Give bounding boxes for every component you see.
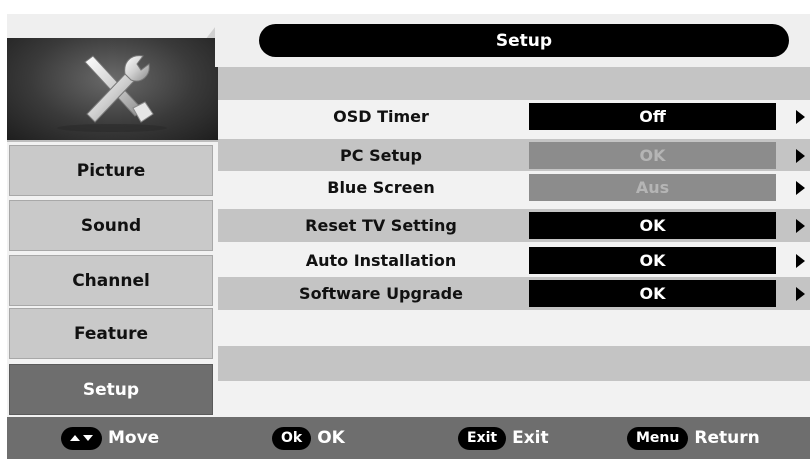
setting-value: Aus xyxy=(529,174,776,201)
ok-key[interactable]: Ok xyxy=(272,426,312,450)
sidebar-item-setup[interactable]: Setup xyxy=(9,364,213,415)
setting-label: Blue Screen xyxy=(327,178,435,197)
setting-label: Reset TV Setting xyxy=(305,216,457,235)
setting-value[interactable]: OK xyxy=(529,212,776,239)
arrow-right-icon[interactable] xyxy=(796,254,805,268)
sidebar-item-feature[interactable]: Feature xyxy=(9,308,213,359)
setting-label: PC Setup xyxy=(340,146,422,165)
sidebar-item-picture[interactable]: Picture xyxy=(9,145,213,196)
icon-tab xyxy=(7,14,218,40)
footer-return-label: Return xyxy=(694,428,760,448)
arrow-right-icon[interactable] xyxy=(796,287,805,301)
menu-key[interactable]: Menu xyxy=(627,426,689,450)
row-empty xyxy=(218,381,810,417)
setting-row-osd-timer[interactable]: OSD Timer Off xyxy=(218,100,810,133)
tools-icon xyxy=(57,55,167,132)
sidebar-item-sound[interactable]: Sound xyxy=(9,200,213,251)
footer-bar: Move Ok OK Exit Exit Menu Return xyxy=(7,417,810,459)
footer-exit-label: Exit xyxy=(512,428,549,448)
footer-move-label: Move xyxy=(108,428,160,448)
row-empty xyxy=(218,310,810,346)
setting-label: Software Upgrade xyxy=(299,284,463,303)
setting-value: OK xyxy=(529,142,776,169)
setting-row-blue-screen[interactable]: Blue Screen Aus xyxy=(218,171,810,204)
arrow-right-icon[interactable] xyxy=(796,181,805,195)
arrow-up-icon xyxy=(70,435,80,441)
setting-row-reset-tv[interactable]: Reset TV Setting OK xyxy=(218,209,810,242)
setup-icon-panel xyxy=(7,38,218,142)
footer-exit[interactable]: Exit Exit xyxy=(458,417,549,459)
row-empty xyxy=(218,346,810,381)
page-title: Setup xyxy=(259,24,789,57)
arrow-right-icon[interactable] xyxy=(796,149,805,163)
footer-move[interactable]: Move xyxy=(61,417,159,459)
setting-label: Auto Installation xyxy=(305,251,457,270)
setting-value[interactable]: OK xyxy=(529,247,776,274)
footer-return[interactable]: Menu Return xyxy=(627,417,760,459)
arrow-right-icon[interactable] xyxy=(796,219,805,233)
sidebar-item-channel[interactable]: Channel xyxy=(9,255,213,306)
footer-ok[interactable]: Ok OK xyxy=(272,417,345,459)
arrow-right-icon[interactable] xyxy=(796,110,805,124)
setting-value[interactable]: Off xyxy=(529,103,776,130)
row-spacer xyxy=(218,67,810,100)
setting-label: OSD Timer xyxy=(333,107,429,126)
arrow-down-icon xyxy=(83,435,93,441)
setting-value[interactable]: OK xyxy=(529,280,776,307)
setting-row-pc-setup[interactable]: PC Setup OK xyxy=(218,139,810,172)
footer-ok-label: OK xyxy=(317,428,345,448)
setting-row-software-upgrade[interactable]: Software Upgrade OK xyxy=(218,277,810,310)
setting-row-auto-installation[interactable]: Auto Installation OK xyxy=(218,244,810,277)
exit-key[interactable]: Exit xyxy=(458,426,507,450)
up-down-key[interactable] xyxy=(61,426,102,450)
